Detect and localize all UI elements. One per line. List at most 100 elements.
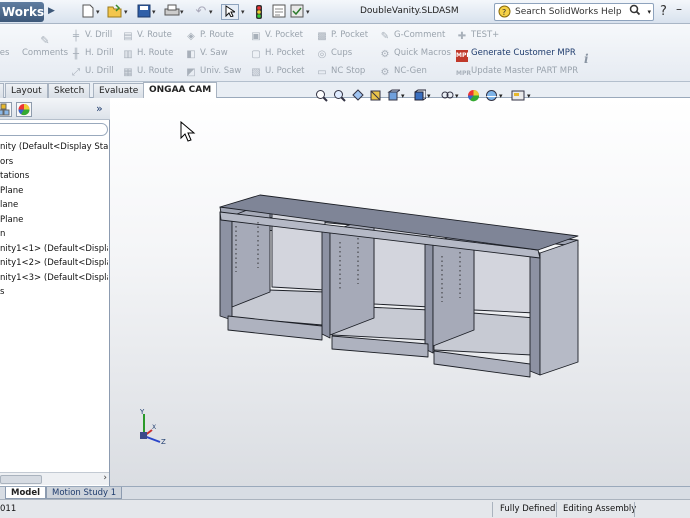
g-comment-button[interactable]: ✎ G-Comment [379,27,446,43]
magnifier-icon[interactable] [629,4,641,19]
univ-saw-button[interactable]: ◩ Univ. Saw [185,63,241,79]
horizontal-scrollbar[interactable]: › [0,472,109,485]
display-manager-icon[interactable] [16,102,32,117]
zoom-area-icon[interactable] [333,89,346,103]
display-style-icon[interactable] [413,89,427,103]
tree-item-component-3[interactable]: nity1<3> (Default<Display [0,271,108,286]
tab-motion-study-1[interactable]: Motion Study 1 [46,487,123,499]
tab-hidden[interactable] [0,83,4,98]
tree-item-annotations[interactable]: tations [0,169,108,184]
chevron-down-icon[interactable]: ▾ [152,8,156,16]
chevron-down-icon[interactable]: ▾ [647,8,651,16]
tab-layout[interactable]: Layout [5,83,48,98]
nc-gen-label: NC-Gen [394,66,427,76]
menu-arrow-icon[interactable]: ▶ [48,6,55,16]
chevron-down-icon[interactable]: ▾ [527,89,531,103]
double-chevron-right-icon[interactable]: » [96,102,103,115]
graphics-area[interactable]: Y Z X [110,98,690,486]
command-manager: bles ✎ Comments ╪ V. Drill ╫ H. Drill ⤢ U. … [0,24,690,82]
tree-item-front-plane[interactable]: Plane [0,184,108,199]
h-route-button[interactable]: ▥ H. Route [122,45,173,61]
axis-y-label: Y [139,408,145,416]
comments-icon: ✎ [40,34,50,47]
tree-filter-input[interactable] [0,123,108,136]
nc-gen-button[interactable]: ⚙ NC-Gen [379,63,427,79]
p-route-button[interactable]: ◈ P. Route [185,27,234,43]
tree-item-origin[interactable]: n [0,227,108,242]
tree-item-component-1[interactable]: nity1<1> (Default<Display [0,242,108,257]
apply-scene-icon[interactable] [485,89,498,103]
tab-evaluate[interactable]: Evaluate [93,83,145,98]
nc-stop-button[interactable]: ▭ NC Stop [316,63,365,79]
scroll-right-icon[interactable]: › [103,473,107,483]
mpr-icon: MPR [456,50,471,62]
u-route-button[interactable]: ▦ U. Route [122,63,173,79]
previous-view-icon[interactable] [351,89,364,103]
generate-customer-mpr-button[interactable]: MPRGenerate Customer MPR [456,45,576,62]
chevron-down-icon[interactable]: ▾ [96,8,100,16]
select-arrow-icon[interactable] [221,4,239,20]
v-drill-button[interactable]: ╪ V. Drill [70,27,112,43]
chevron-down-icon[interactable]: ▾ [499,89,503,103]
edit-appearance-icon[interactable] [467,89,480,103]
minimize-icon[interactable]: – [676,2,682,16]
chevron-down-icon[interactable]: ▾ [180,8,184,16]
help-icon[interactable]: ? [660,4,667,19]
tree-item-mates[interactable]: s [0,285,108,300]
comments-button[interactable]: ✎ Comments [22,34,68,58]
chevron-down-icon[interactable]: ▾ [427,89,431,103]
file-properties-icon[interactable] [271,4,287,20]
chevron-down-icon[interactable]: ▾ [124,8,128,16]
cups-button[interactable]: ◎ Cups [316,45,353,61]
u-pocket-button[interactable]: ▧ U. Pocket [250,63,304,79]
u-pocket-icon: ▧ [251,67,261,78]
chevron-down-icon[interactable]: ▾ [401,89,405,103]
new-document-icon[interactable] [80,4,96,20]
status-edit-mode: Editing Assembly [563,504,637,514]
save-icon[interactable] [136,4,152,20]
rebuild-icon[interactable] [252,4,266,20]
view-orientation-icon[interactable] [387,89,402,103]
h-drill-button[interactable]: ╫ H. Drill [70,45,114,61]
tree-item-right-plane[interactable]: Plane [0,213,108,228]
v-pocket-button[interactable]: ▣ V. Pocket [250,27,303,43]
tab-ongaa-cam[interactable]: ONGAA CAM [143,82,218,99]
search-placeholder: Search SolidWorks Help [515,7,622,17]
options-icon[interactable] [289,4,305,20]
test-plus-button[interactable]: ✚ TEST+ [456,27,499,43]
hide-show-icon[interactable] [441,89,454,103]
tree-item-top-plane[interactable]: lane [0,198,108,213]
tree-item-assembly[interactable]: nity (Default<Display State [0,140,108,155]
update-master-part-mpr-button[interactable]: MPRUpdate Master PART MPR [456,63,578,79]
search-input[interactable]: ? Search SolidWorks Help ▾ [494,3,654,21]
undo-icon[interactable]: ↶ [193,4,209,20]
bottom-tabs: Model Motion Study 1 [0,486,690,499]
solidworks-logo[interactable]: Works [0,2,44,22]
open-folder-icon[interactable] [107,4,123,20]
tree-item-component-2[interactable]: nity1<2> (Default<Display [0,256,108,271]
section-view-icon[interactable] [369,89,382,103]
v-saw-button[interactable]: ◧ V. Saw [185,45,227,61]
chevron-down-icon[interactable]: ▾ [455,89,459,103]
chevron-down-icon[interactable]: ▾ [306,8,310,16]
zoom-to-fit-icon[interactable] [315,89,328,103]
v-saw-icon: ◧ [186,49,196,60]
v-drill-label: V. Drill [85,30,113,40]
p-pocket-button[interactable]: ▩ P. Pocket [316,27,368,43]
p-pocket-icon: ▩ [317,31,327,42]
tree-item-sensors[interactable]: ors [0,155,108,170]
tab-sketch[interactable]: Sketch [48,83,91,98]
v-route-button[interactable]: ▤ V. Route [122,27,172,43]
tab-model[interactable]: Model [5,487,47,499]
configuration-manager-icon[interactable] [0,102,12,117]
chevron-down-icon[interactable]: ▾ [209,8,213,16]
print-icon[interactable] [164,4,180,20]
view-settings-icon[interactable] [511,89,525,103]
info-icon[interactable]: i [584,52,589,66]
chevron-down-icon[interactable]: ▾ [241,8,245,16]
u-drill-button[interactable]: ⤢ U. Drill [70,63,114,79]
scrollbar-thumb[interactable] [0,475,42,484]
h-pocket-button[interactable]: ▢ H. Pocket [250,45,304,61]
tables-button[interactable]: bles [0,34,9,58]
quick-macros-button[interactable]: ⚙ Quick Macros [379,45,451,61]
